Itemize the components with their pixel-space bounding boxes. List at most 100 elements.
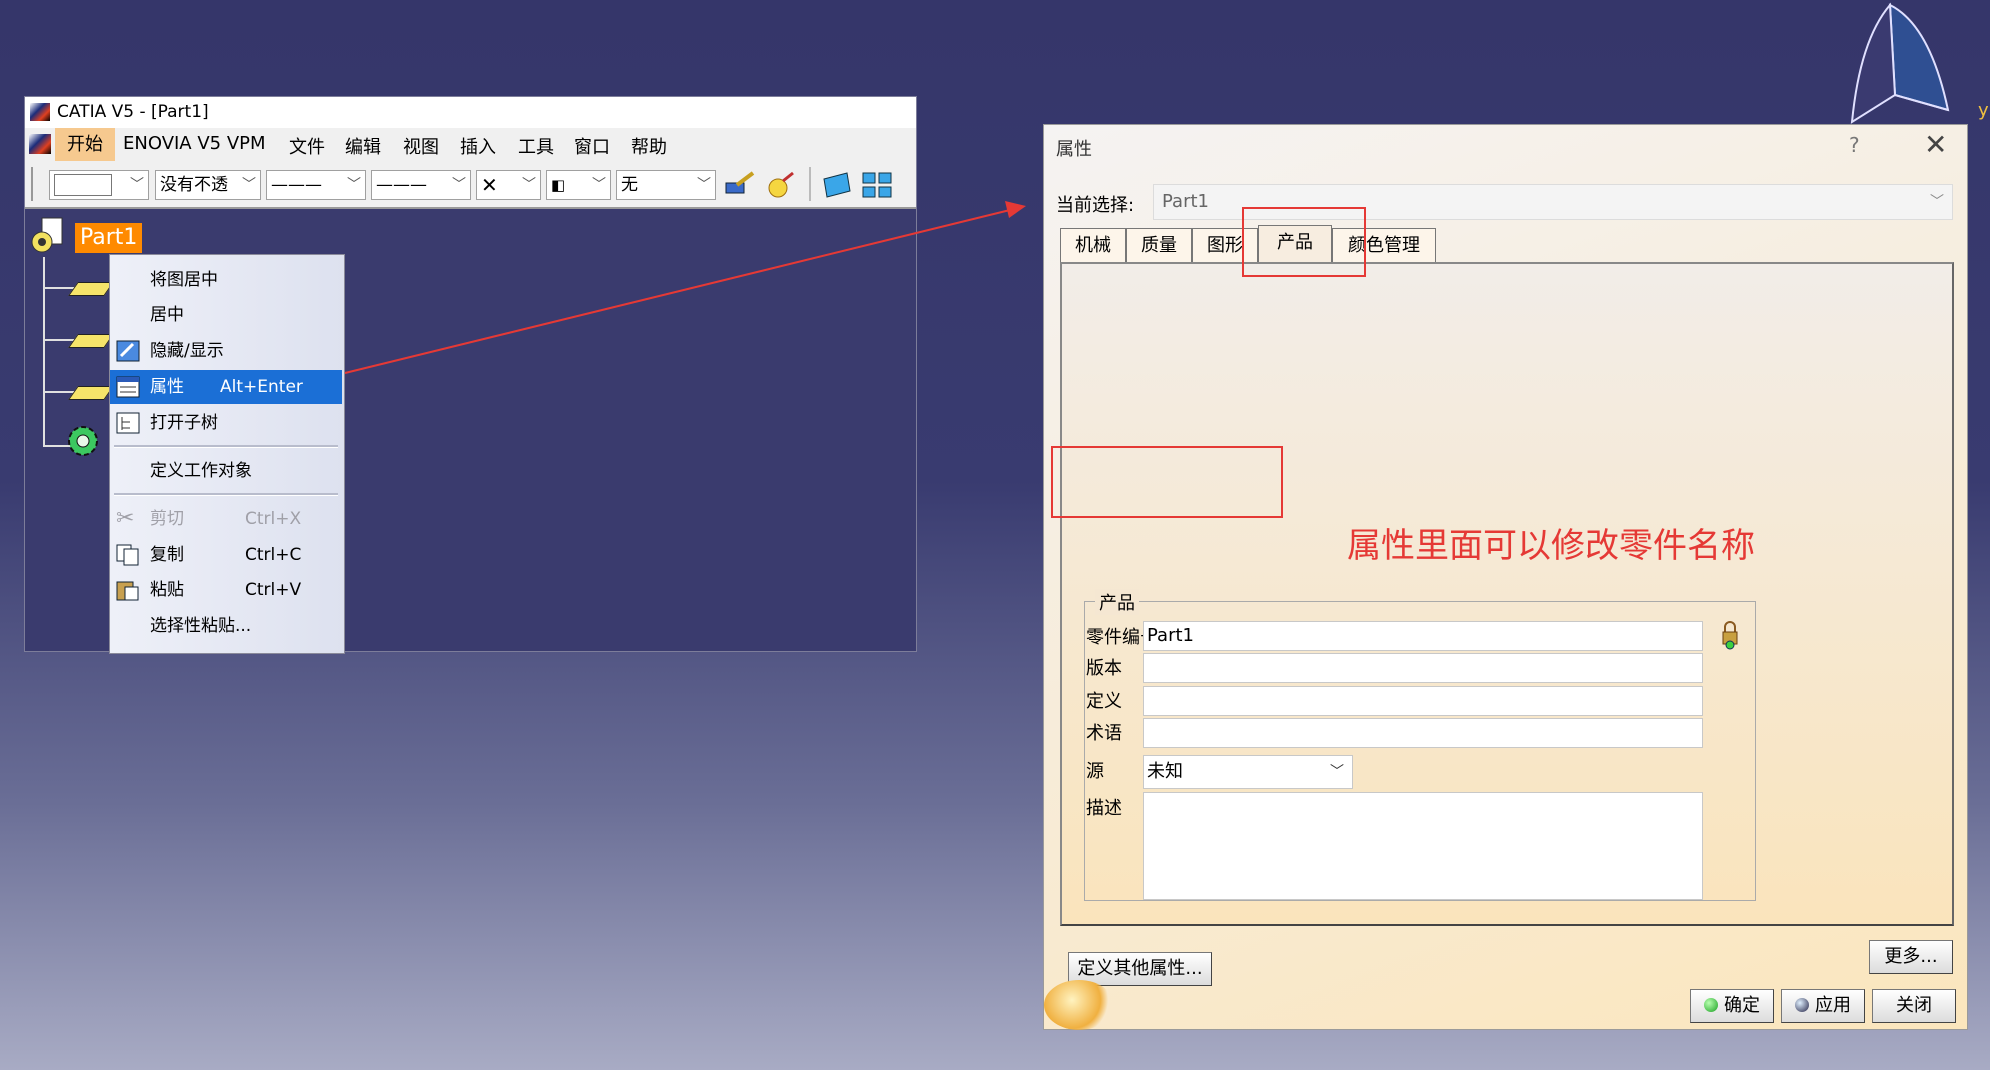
menu-file[interactable]: 文件 <box>289 133 325 159</box>
menu-item-paste-special[interactable]: 选择性粘贴... <box>110 609 342 643</box>
hide-show-icon <box>116 340 140 362</box>
line-weight-value: ——— <box>376 175 427 195</box>
yz-plane-icon[interactable] <box>68 334 114 348</box>
menu-view[interactable]: 视图 <box>403 133 439 159</box>
axis-label-y: y <box>1978 100 1989 121</box>
definition-label: 定义 <box>1086 691 1122 712</box>
part-number-input[interactable]: Part1 <box>1143 621 1703 651</box>
color-swatch <box>54 174 112 196</box>
chevron-down-icon: ﹀ <box>347 177 361 193</box>
highlight-part-number <box>1051 446 1283 518</box>
menu-item-define-in-work-object[interactable]: 定义工作对象 <box>110 454 342 488</box>
zx-plane-icon[interactable] <box>68 386 114 400</box>
tab-mechanical[interactable]: 机械 <box>1060 228 1126 262</box>
close-icon[interactable]: ✕ <box>1924 128 1947 161</box>
tree-connector <box>43 257 45 447</box>
revision-input[interactable] <box>1143 653 1703 683</box>
chevron-down-icon: ﹀ <box>522 177 536 193</box>
menu-help[interactable]: 帮助 <box>631 133 667 159</box>
part-document-icon[interactable] <box>30 216 66 256</box>
compass-icon[interactable]: y <box>1840 0 1990 125</box>
highlight-product-tab <box>1242 207 1366 277</box>
menu-item-center[interactable]: 居中 <box>110 298 342 332</box>
render-style-combo[interactable]: ◧ ﹀ <box>546 170 611 200</box>
color-combo[interactable]: ﹀ <box>49 170 149 200</box>
xy-plane-icon[interactable] <box>68 282 114 296</box>
nomenclature-label: 术语 <box>1086 723 1122 744</box>
chevron-down-icon: ﹀ <box>1930 194 1944 210</box>
catia-logo-icon <box>30 103 50 121</box>
menu-separator <box>114 445 338 448</box>
menu-item-paste[interactable]: 粘贴 Ctrl+V <box>110 573 342 607</box>
title-bar: CATIA V5 - [Part1] <box>25 97 916 128</box>
context-menu: 将图居中 居中 隐藏/显示 属性 Alt+Enter 打开子树 定义工作对象 ✂… <box>109 254 345 654</box>
source-label: 源 <box>1086 761 1104 782</box>
menu-item-hide-show[interactable]: 隐藏/显示 <box>110 334 342 368</box>
description-label: 描述 <box>1086 798 1122 819</box>
description-textarea[interactable] <box>1143 792 1703 900</box>
apply-button[interactable]: 应用 <box>1781 989 1865 1023</box>
app-menu-icon[interactable] <box>29 134 51 154</box>
line-type-combo[interactable]: ——— ﹀ <box>266 170 366 200</box>
chevron-down-icon: ﹀ <box>452 177 466 193</box>
definition-input[interactable] <box>1143 686 1703 716</box>
ok-dot-icon <box>1704 998 1718 1012</box>
graphic-properties-toolbar: ﹀ 没有不透 ﹀ ——— ﹀ ——— ﹀ ✕ ﹀ ◧ ﹀ 无 ﹀ <box>25 161 916 209</box>
ok-button[interactable]: 确定 <box>1690 989 1774 1023</box>
toolbar-separator <box>809 167 811 201</box>
render-style-icon: ◧ <box>551 176 566 194</box>
transparency-value: 没有不透 <box>160 175 228 195</box>
chevron-down-icon: ﹀ <box>130 177 144 193</box>
nomenclature-input[interactable] <box>1143 718 1703 748</box>
painter-brush-icon[interactable] <box>723 171 755 199</box>
close-button[interactable]: 关闭 <box>1872 989 1956 1023</box>
window-title: CATIA V5 - [Part1] <box>57 102 209 122</box>
more-button[interactable]: 更多... <box>1869 940 1953 974</box>
tab-mass[interactable]: 质量 <box>1126 228 1192 262</box>
properties-icon <box>116 376 140 398</box>
point-symbol-combo[interactable]: ✕ ﹀ <box>476 170 541 200</box>
line-weight-combo[interactable]: ——— ﹀ <box>371 170 471 200</box>
tree-root-part1[interactable]: Part1 <box>75 223 143 253</box>
scissors-icon: ✂ <box>116 506 135 531</box>
help-button[interactable]: ? <box>1849 133 1860 157</box>
chevron-down-icon: ﹀ <box>697 177 711 193</box>
menu-tools[interactable]: 工具 <box>518 133 554 159</box>
product-structure-icon[interactable] <box>861 171 893 199</box>
chevron-down-icon: ﹀ <box>592 177 606 193</box>
layer-value: 无 <box>621 175 638 195</box>
lock-icon[interactable] <box>1721 620 1739 650</box>
menu-edit[interactable]: 编辑 <box>345 133 381 159</box>
paste-icon <box>116 581 139 601</box>
menu-item-reframe-on[interactable]: 将图居中 <box>110 263 342 297</box>
menu-item-properties[interactable]: 属性 Alt+Enter <box>110 370 342 404</box>
menu-bar: 开始 ENOVIA V5 VPM 文件 编辑 视图 插入 工具 窗口 帮助 <box>25 128 916 162</box>
copy-icon <box>116 544 139 566</box>
toolbar-grip[interactable] <box>31 167 36 201</box>
part-body-gear-icon[interactable] <box>64 422 102 460</box>
menu-item-cut[interactable]: ✂ 剪切 Ctrl+X <box>110 502 342 536</box>
dialog-title: 属性 <box>1056 139 1092 160</box>
menu-window[interactable]: 窗口 <box>574 133 610 159</box>
material-icon[interactable] <box>765 171 797 199</box>
catia-window: CATIA V5 - [Part1] 开始 ENOVIA V5 VPM 文件 编… <box>24 96 917 654</box>
menu-item-copy[interactable]: 复制 Ctrl+C <box>110 538 342 572</box>
source-select[interactable]: 未知 ﹀ <box>1143 755 1353 789</box>
menu-start[interactable]: 开始 <box>55 128 115 161</box>
chevron-down-icon: ﹀ <box>1330 764 1344 780</box>
menu-separator <box>114 493 338 496</box>
group-title: 产品 <box>1095 589 1139 615</box>
menu-insert[interactable]: 插入 <box>460 133 496 159</box>
plane-tool-icon[interactable] <box>821 171 853 199</box>
transparency-combo[interactable]: 没有不透 ﹀ <box>155 170 261 200</box>
current-selection-value: Part1 <box>1162 191 1209 212</box>
revision-label: 版本 <box>1086 658 1122 679</box>
layer-combo[interactable]: 无 ﹀ <box>616 170 716 200</box>
product-group: 产品 零件编号 Part1 版本 定义 术语 源 未知 ﹀ 描述 <box>1084 589 1756 901</box>
menu-item-open-subtree[interactable]: 打开子树 <box>110 406 342 440</box>
menu-enovia[interactable]: ENOVIA V5 VPM <box>123 133 266 154</box>
current-selection-label: 当前选择: <box>1056 195 1135 216</box>
line-type-value: ——— <box>271 175 322 195</box>
cross-symbol-icon: ✕ <box>481 173 498 197</box>
source-value: 未知 <box>1147 761 1183 782</box>
